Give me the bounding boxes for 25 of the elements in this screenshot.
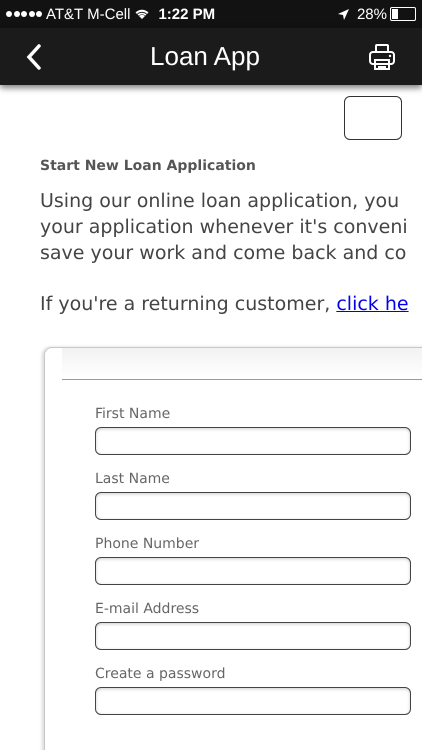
empty-button[interactable] — [344, 96, 402, 140]
input-field[interactable] — [95, 622, 411, 650]
section-heading: Start New Loan Application — [40, 158, 257, 174]
click-here-link[interactable]: click he — [336, 293, 409, 315]
field-label: First Name — [95, 406, 172, 422]
input-field[interactable] — [95, 492, 411, 520]
battery-percent: 28% — [356, 6, 387, 22]
intro-paragraph: Using our online loan application, you your application whenever it's conveni save your work and come back and co — [40, 189, 409, 266]
wifi-icon — [134, 8, 150, 20]
input-field[interactable] — [95, 427, 411, 455]
field-label: E-mail Address — [95, 601, 200, 617]
input-field[interactable] — [95, 687, 411, 715]
clock-time: 1:22 PM — [158, 6, 216, 22]
printer-icon[interactable] — [368, 42, 396, 70]
field-label: Create a password — [95, 666, 226, 682]
field-label: Last Name — [95, 471, 171, 487]
screen-title: Loan App — [150, 41, 260, 72]
carrier-name: AT&T M-Cell — [46, 6, 130, 22]
input-field[interactable] — [95, 557, 411, 585]
signal-icon — [6, 11, 42, 17]
field-label: Phone Number — [95, 536, 200, 552]
battery-icon — [390, 7, 416, 21]
back-icon[interactable] — [26, 44, 42, 70]
returning-customer-text: If you're a returning customer, click he — [40, 293, 410, 315]
location-arrow-icon — [338, 8, 349, 20]
